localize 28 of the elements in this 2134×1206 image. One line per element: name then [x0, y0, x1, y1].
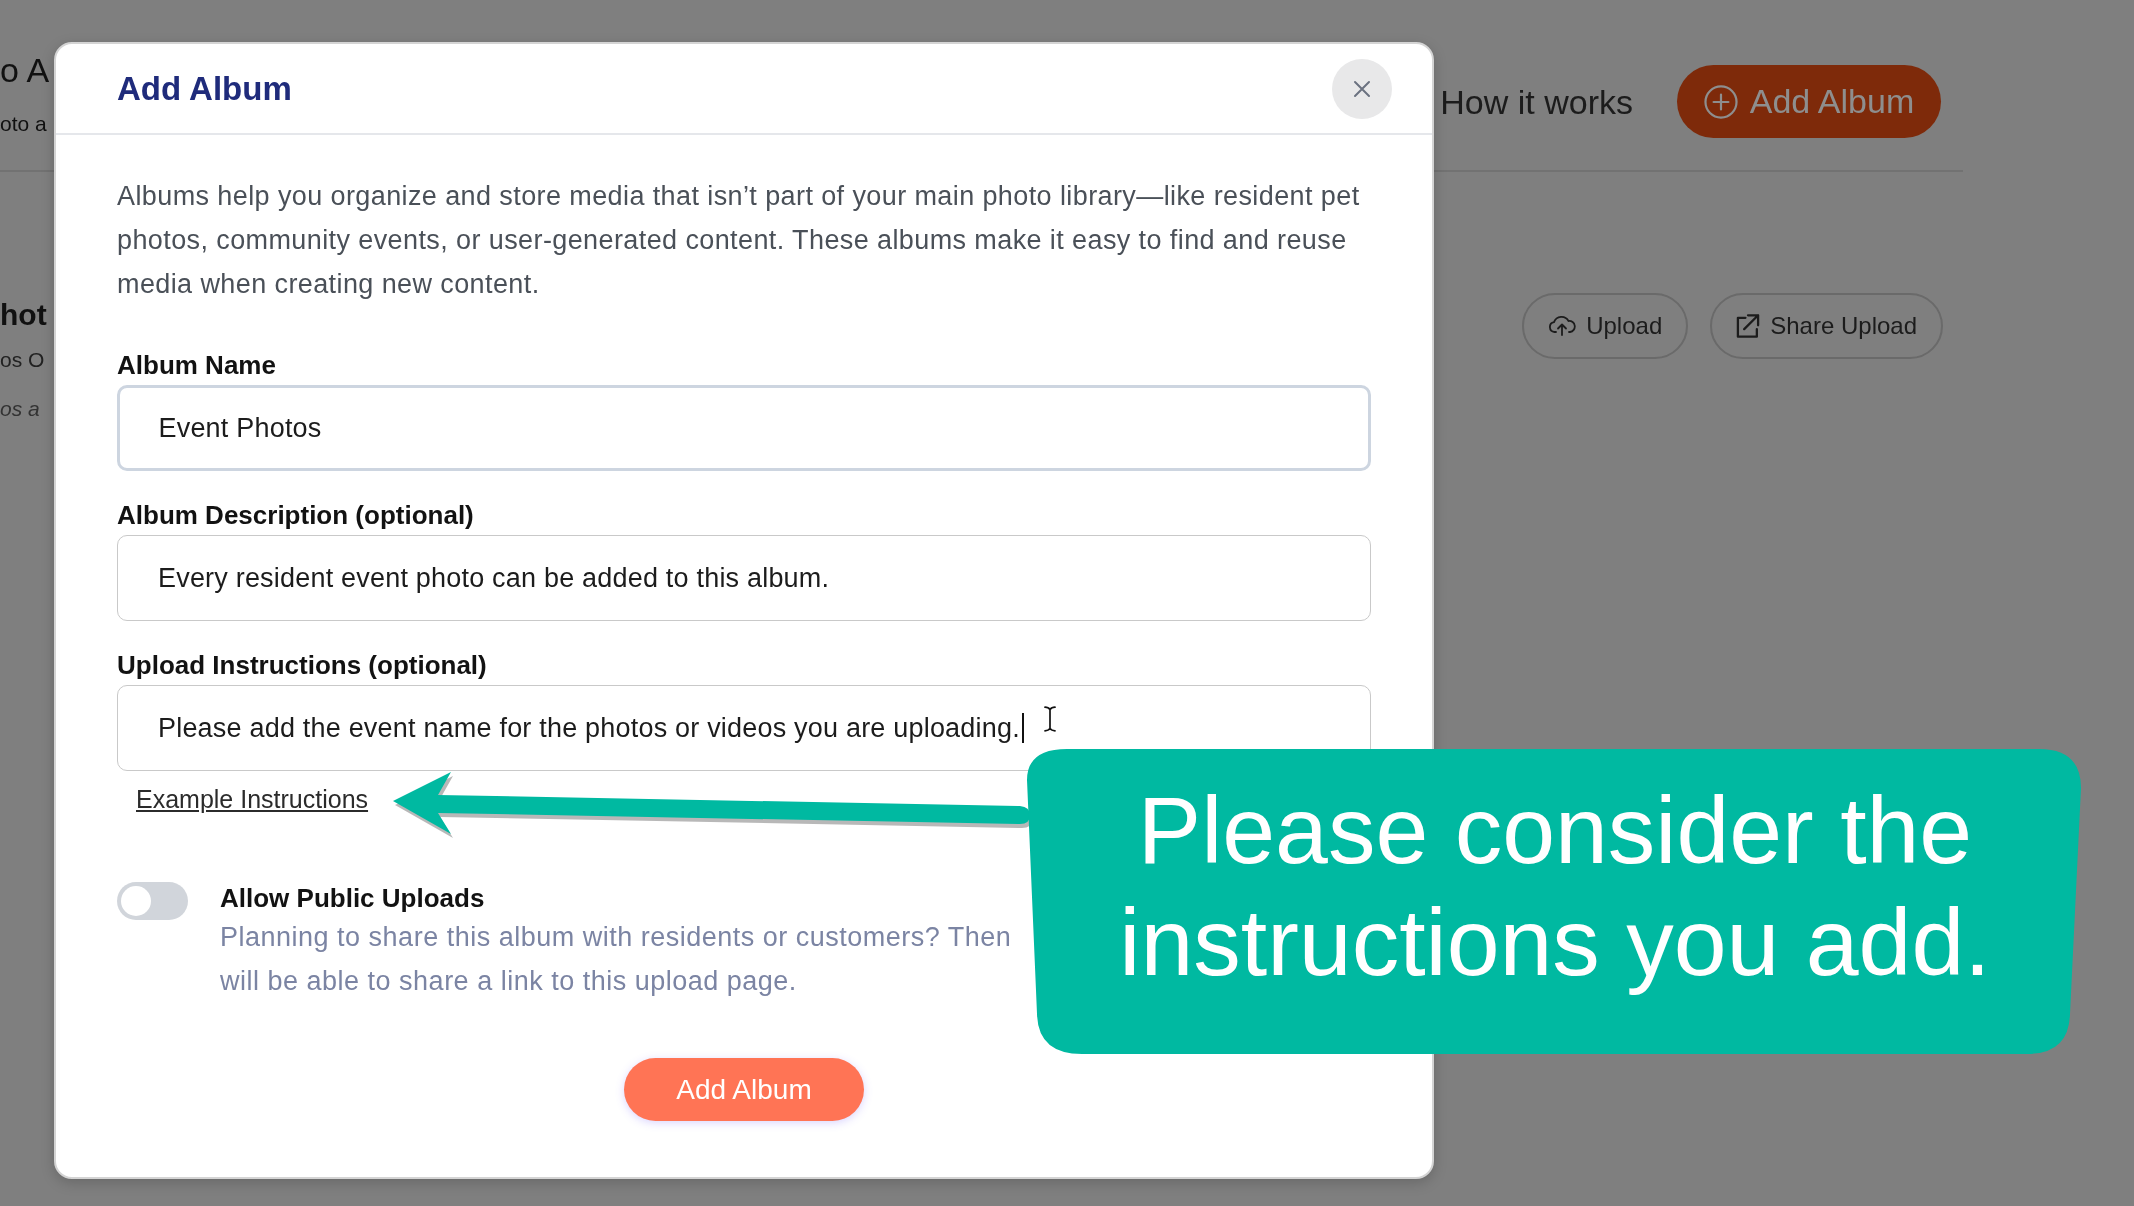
page-title: o A	[0, 50, 51, 90]
input-field[interactable]: Please add the event name for the photos or videos you are uploading.	[117, 685, 1371, 771]
field-label: Album Name	[117, 349, 277, 382]
example-instructions-link[interactable]: Example Instructions	[136, 785, 369, 813]
dialog-title: Add Album	[117, 68, 292, 109]
toggle-switch[interactable]	[117, 882, 188, 920]
toggle-description: Planning to share this album with residents or customers? Then	[220, 921, 1012, 954]
section-title: hot	[0, 297, 48, 333]
section-text: os O	[0, 347, 46, 373]
input-field[interactable]: Every resident event photo can be added to this album.	[117, 535, 1371, 621]
add-album-button[interactable]: Add Album	[1677, 65, 1941, 138]
share-upload-button[interactable]: Share Upload	[1710, 293, 1943, 359]
toggle-label: Allow Public Uploads	[220, 882, 486, 915]
external-link-icon	[1736, 314, 1761, 338]
close-icon	[1353, 79, 1371, 98]
toggle-description: will be able to share a link to this upload page.	[220, 965, 798, 998]
dialog-description: Albums help you organize and store media that isn’t part of your main photo library—like resident pet photos, community events, or user-generated content. These albums make it easy to find and reuse media when creating new content.	[117, 180, 1361, 301]
input-field[interactable]: Event Photos	[117, 385, 1371, 471]
field-label: Album Description (optional)	[117, 499, 475, 532]
upload-button[interactable]: Upload	[1522, 293, 1689, 359]
plus-circle-icon	[1703, 84, 1738, 119]
callout-text: Please consider the instructions you add.	[1118, 776, 1992, 997]
section-note: os a	[0, 396, 41, 422]
field-label: Upload Instructions (optional)	[117, 649, 488, 682]
how-it-works-link[interactable]: How it works	[1440, 81, 1633, 122]
page-subtitle: oto a	[0, 111, 48, 137]
add-album-button[interactable]: Add Album	[624, 1058, 864, 1121]
cloud-upload-icon	[1548, 314, 1577, 338]
